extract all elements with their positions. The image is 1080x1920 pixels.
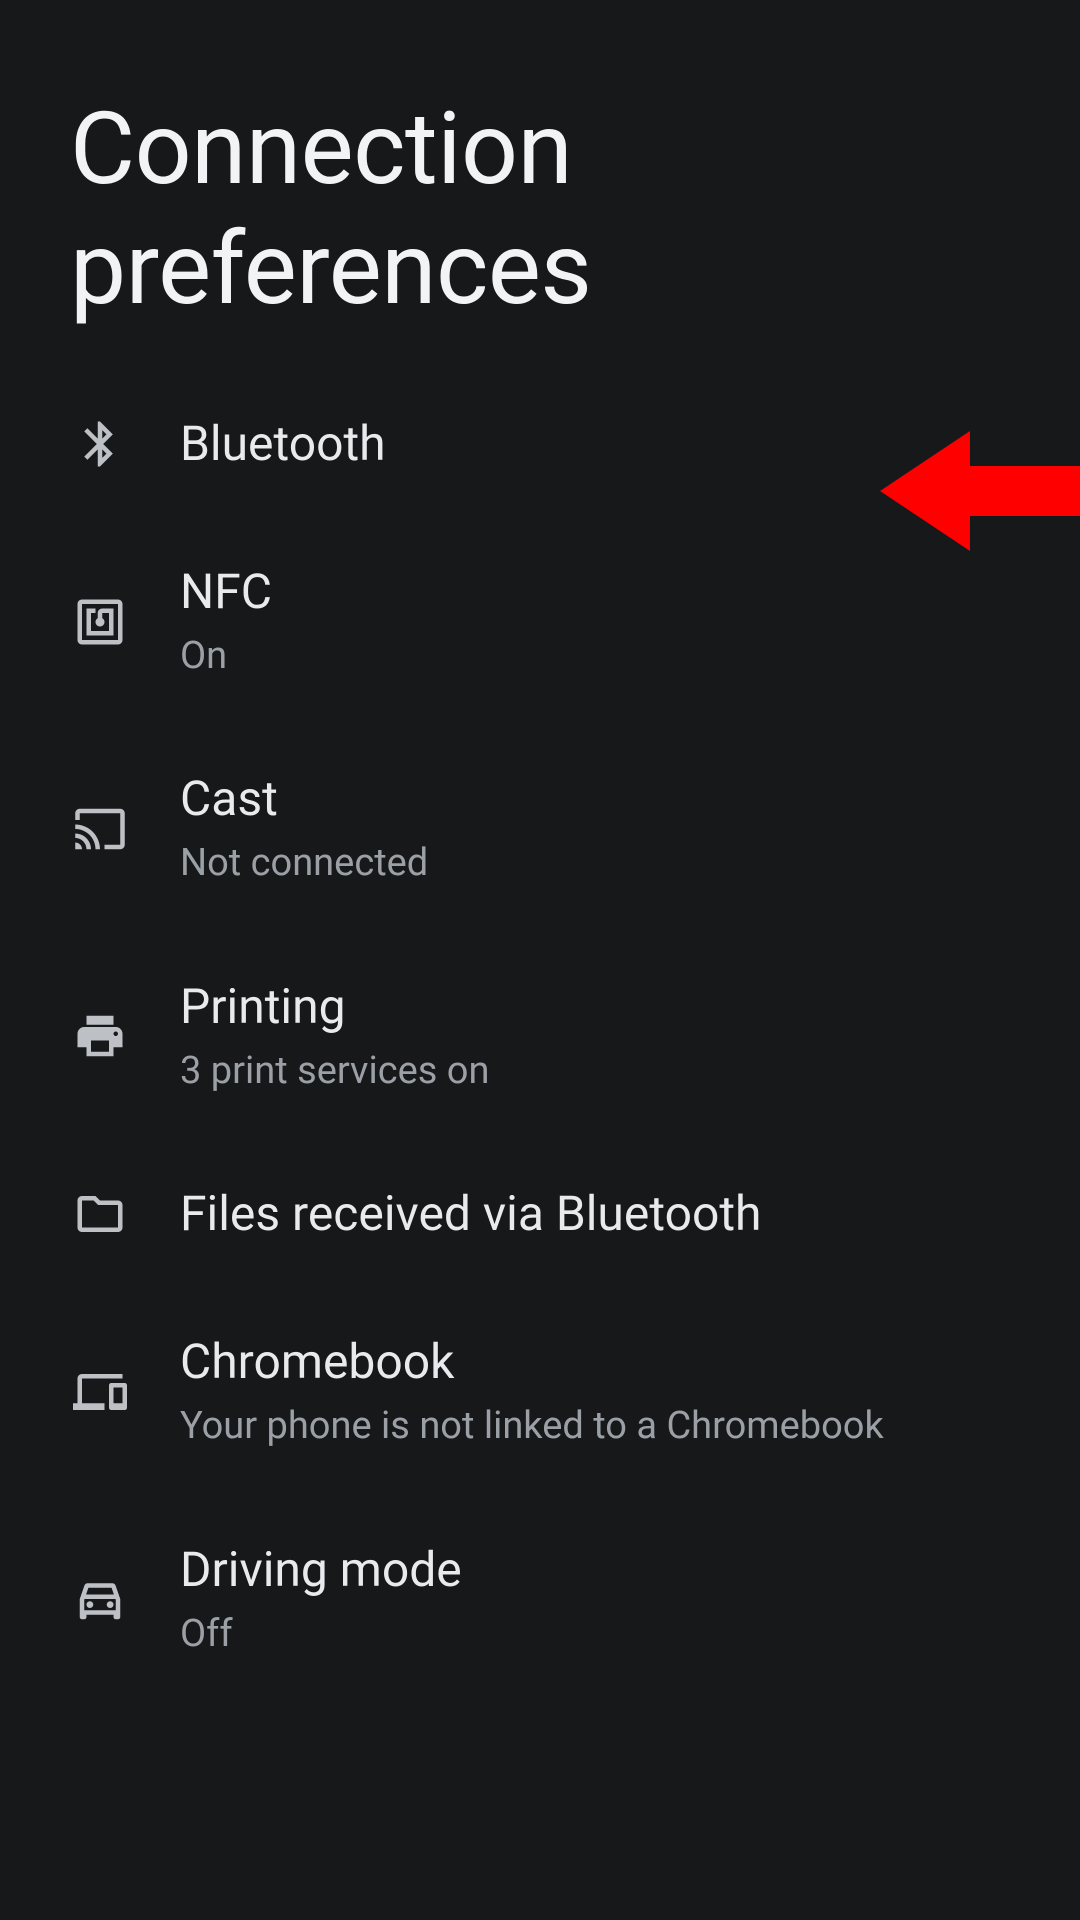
setting-texts: Bluetooth	[180, 414, 386, 474]
cast-icon	[70, 799, 130, 859]
setting-item-chromebook[interactable]: Chromebook Your phone is not linked to a…	[0, 1288, 1080, 1495]
setting-subtitle: 3 print services on	[180, 1047, 489, 1096]
setting-texts: Chromebook Your phone is not linked to a…	[180, 1332, 884, 1451]
setting-title: Driving mode	[180, 1540, 462, 1600]
settings-list: Bluetooth NFC On Cast Not connected Prin…	[0, 370, 1080, 1703]
annotation-arrow-icon	[880, 426, 1080, 556]
setting-texts: Files received via Bluetooth	[180, 1184, 761, 1244]
devices-icon	[70, 1362, 130, 1422]
page-header: Connection preferences	[0, 0, 1080, 370]
setting-item-printing[interactable]: Printing 3 print services on	[0, 933, 1080, 1140]
setting-texts: NFC On	[180, 562, 272, 681]
setting-subtitle: Your phone is not linked to a Chromebook	[180, 1402, 884, 1451]
setting-title: Files received via Bluetooth	[180, 1184, 761, 1244]
car-icon	[70, 1569, 130, 1629]
setting-item-files-received[interactable]: Files received via Bluetooth	[0, 1140, 1080, 1288]
setting-subtitle: Off	[180, 1610, 462, 1659]
setting-subtitle: On	[180, 632, 272, 681]
folder-icon	[70, 1184, 130, 1244]
setting-texts: Printing 3 print services on	[180, 977, 489, 1096]
print-icon	[70, 1006, 130, 1066]
bluetooth-icon	[70, 414, 130, 474]
setting-title: Chromebook	[180, 1332, 884, 1392]
setting-title: Printing	[180, 977, 489, 1037]
setting-subtitle: Not connected	[180, 839, 428, 888]
setting-texts: Driving mode Off	[180, 1540, 462, 1659]
setting-title: Bluetooth	[180, 414, 386, 474]
setting-texts: Cast Not connected	[180, 769, 428, 888]
setting-item-driving-mode[interactable]: Driving mode Off	[0, 1496, 1080, 1703]
setting-title: Cast	[180, 769, 428, 829]
nfc-icon	[70, 592, 130, 652]
page-title: Connection preferences	[70, 90, 1010, 330]
setting-title: NFC	[180, 562, 272, 622]
setting-item-cast[interactable]: Cast Not connected	[0, 725, 1080, 932]
